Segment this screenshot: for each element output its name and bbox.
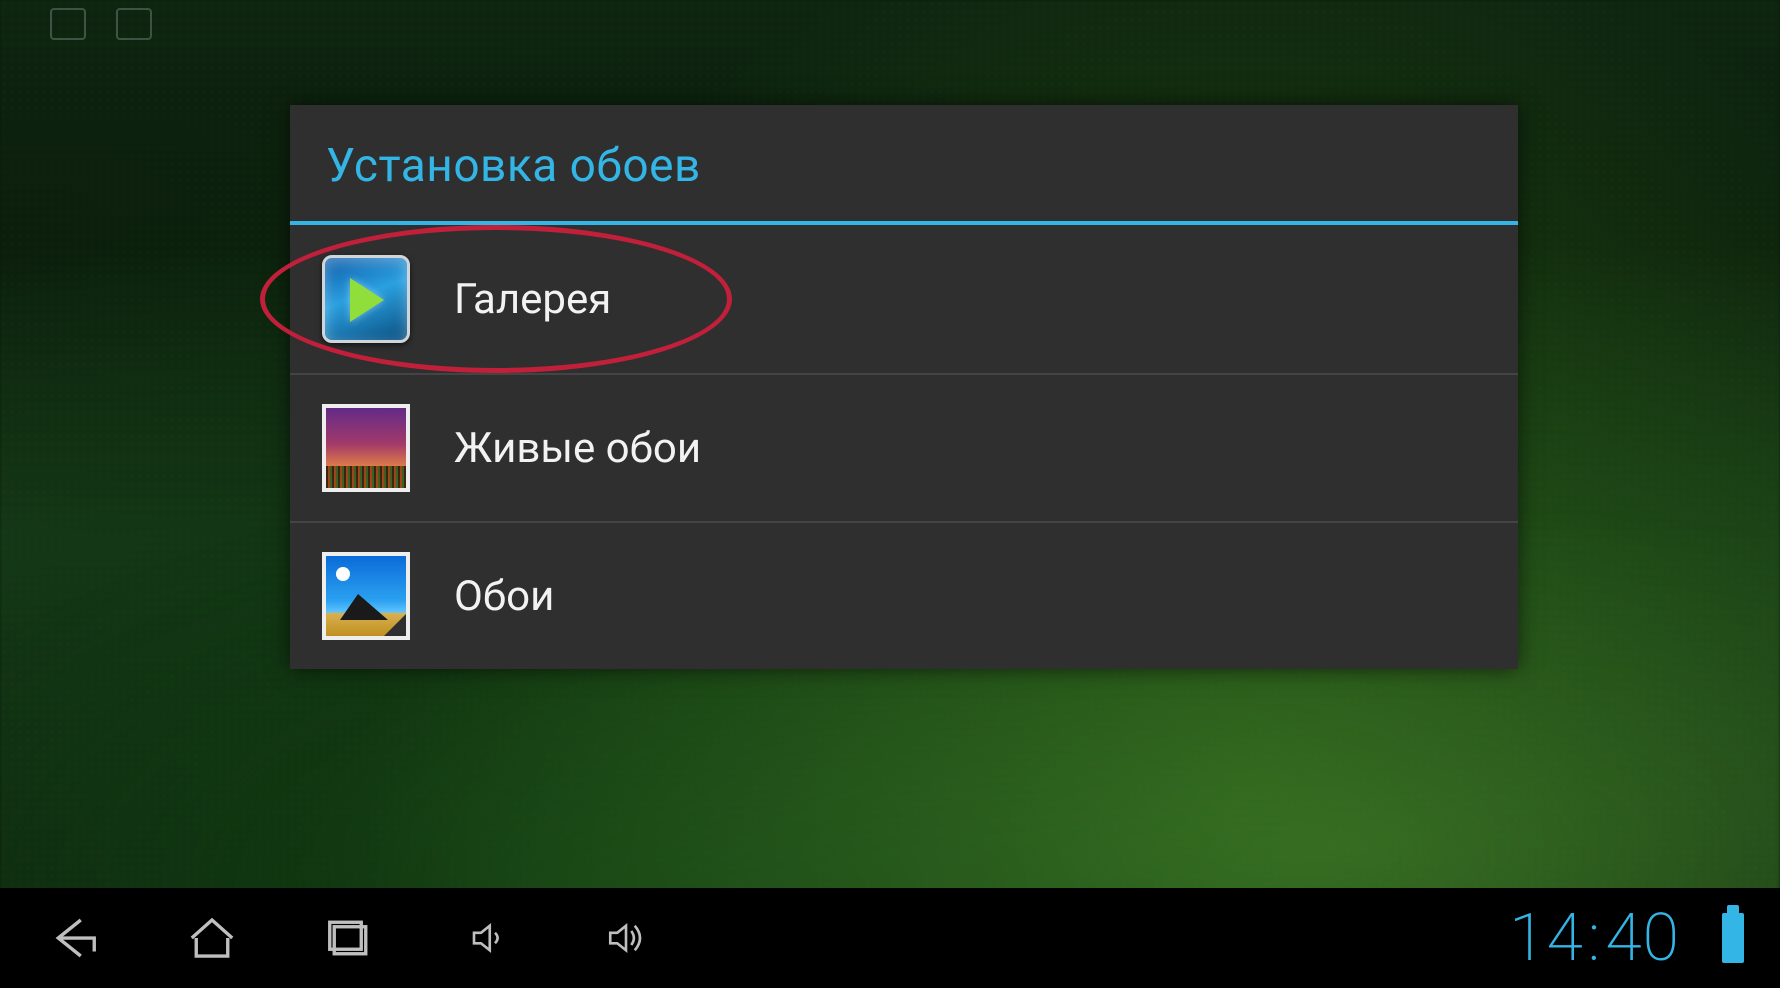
volume-down-icon bbox=[467, 917, 509, 959]
clock-minutes: 40 bbox=[1605, 900, 1680, 977]
clock-hours: 14 bbox=[1509, 900, 1584, 977]
home-icon bbox=[185, 911, 239, 965]
gallery-icon bbox=[322, 255, 410, 343]
option-live-wallpapers-label: Живые обои bbox=[454, 424, 701, 473]
status-clock[interactable]: 14 : 40 bbox=[1509, 900, 1680, 977]
volume-up-icon bbox=[605, 917, 647, 959]
option-gallery[interactable]: Галерея bbox=[290, 225, 1518, 373]
system-navigation-bar: 14 : 40 bbox=[0, 888, 1780, 988]
back-button[interactable] bbox=[40, 904, 108, 972]
recent-apps-button[interactable] bbox=[316, 904, 384, 972]
volume-down-button[interactable] bbox=[454, 904, 522, 972]
clock-separator: : bbox=[1588, 900, 1602, 977]
option-live-wallpapers[interactable]: Живые обои bbox=[290, 373, 1518, 521]
status-bar-stub bbox=[50, 8, 152, 40]
live-wallpaper-icon bbox=[322, 404, 410, 492]
volume-up-button[interactable] bbox=[592, 904, 660, 972]
option-gallery-label: Галерея bbox=[454, 275, 611, 324]
option-wallpapers[interactable]: Обои bbox=[290, 521, 1518, 669]
set-wallpaper-dialog: Установка обоев Галерея Живые обои Обои bbox=[290, 105, 1518, 669]
recent-apps-icon bbox=[323, 911, 377, 965]
dialog-title: Установка обоев bbox=[290, 105, 1518, 221]
battery-icon bbox=[1722, 913, 1744, 963]
home-button[interactable] bbox=[178, 904, 246, 972]
option-wallpapers-label: Обои bbox=[454, 572, 554, 621]
back-icon bbox=[47, 911, 101, 965]
wallpapers-icon bbox=[322, 552, 410, 640]
